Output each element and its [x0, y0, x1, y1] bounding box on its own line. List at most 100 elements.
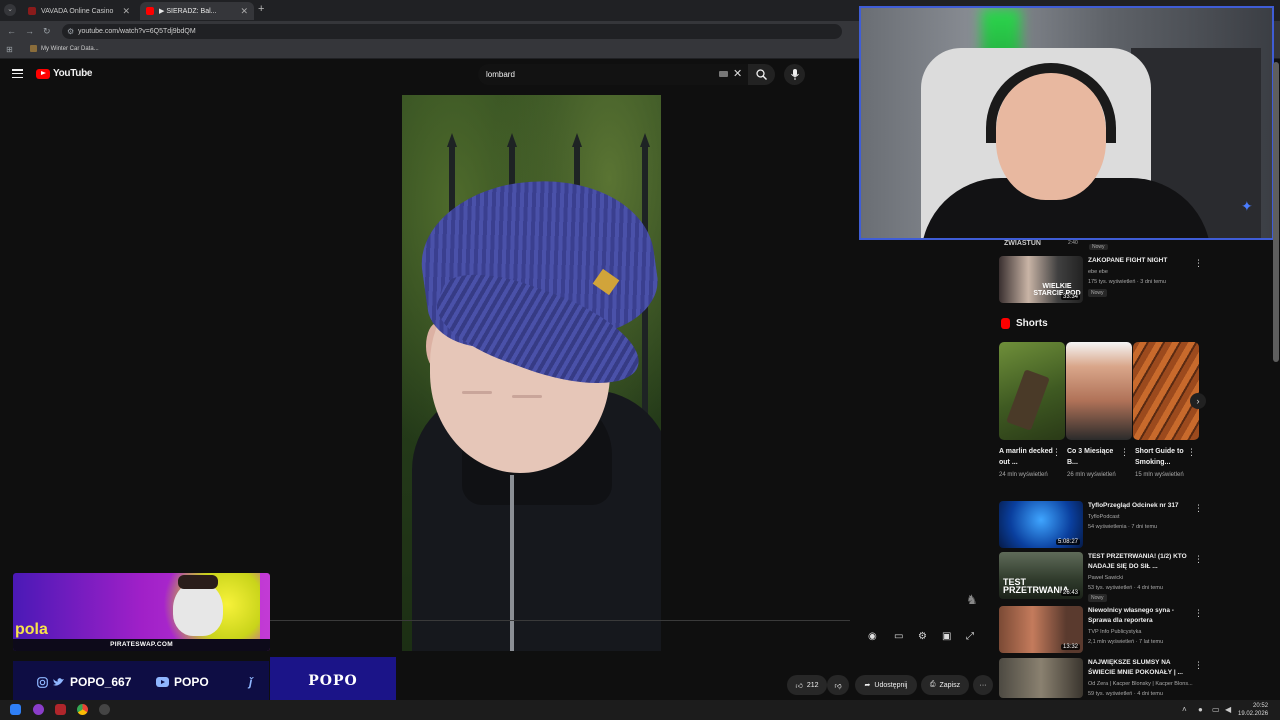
video-channel[interactable]: Paweł Sawicki [1088, 573, 1123, 583]
miniplayer-icon[interactable]: ▣ [942, 631, 951, 642]
search-button[interactable] [748, 64, 775, 85]
video-meta: 59 tys. wyświetleń · 4 dni temu [1088, 691, 1163, 697]
volume-icon[interactable]: ◀ [1225, 705, 1231, 714]
sidebar-video-item[interactable]: 13:32 Niewolnicy własnego syna - Sprawa … [999, 606, 1239, 654]
kebab-menu-icon[interactable]: ⋮ [1194, 258, 1203, 269]
network-icon[interactable]: ▭ [1212, 705, 1220, 714]
video-title[interactable]: TEST PRZETRWANIA! (1/2) KTO NADAJE SIĘ D… [1088, 552, 1198, 572]
thumbs-down-icon: 👎︎ [834, 682, 842, 690]
keyboard-icon[interactable] [719, 71, 728, 77]
forward-icon[interactable]: → [25, 26, 34, 36]
short-title[interactable]: Short Guide to Smoking... [1135, 446, 1193, 468]
video-title[interactable]: ZAKOPANE FIGHT NIGHT [1088, 256, 1198, 266]
kebab-menu-icon[interactable]: ⋮ [1194, 554, 1203, 565]
video-channel[interactable]: ebe ebe [1088, 267, 1108, 277]
search-icon [756, 69, 767, 80]
progress-line[interactable] [270, 620, 850, 621]
bookmark-item[interactable]: My Winter Car Data... [30, 45, 99, 52]
video-thumbnail[interactable]: 5:08:27 [999, 501, 1083, 548]
sidebar-video-item[interactable]: WIELKIE STARCIE POD 33:34 ZAKOPANE FIGHT… [999, 256, 1239, 304]
save-button[interactable]: ⎙ Zapisz [921, 675, 969, 695]
video-title[interactable]: Niewolnicy własnego syna - Sprawa dla re… [1088, 606, 1198, 626]
sidebar-video-item[interactable]: TEST PRZETRWANIA 26:43 TEST PRZETRWANIA!… [999, 552, 1239, 602]
app-icon[interactable] [55, 704, 66, 715]
kebab-menu-icon[interactable]: ⋮ [1194, 660, 1203, 671]
reload-icon[interactable]: ↻ [43, 26, 51, 37]
sidebar-chip-badge: Nowy [1089, 244, 1108, 250]
app-icon[interactable] [99, 704, 110, 715]
video-meta: 175 tys. wyświetleń · 3 dni temu [1088, 279, 1166, 285]
start-icon[interactable] [10, 704, 21, 715]
settings-gear-icon[interactable]: ⚙ [918, 631, 927, 642]
video-thumbnail[interactable] [999, 658, 1083, 698]
close-tab-icon[interactable]: ✕ [122, 6, 130, 17]
site-info-icon[interactable]: ⚙ [67, 24, 74, 39]
tray-app-icon[interactable]: ● [1198, 705, 1203, 714]
search-input[interactable]: lombard [478, 64, 748, 85]
more-actions-button[interactable]: ··· [973, 675, 993, 695]
back-icon[interactable]: ← [7, 26, 16, 36]
video-player[interactable] [402, 95, 661, 651]
voice-search-button[interactable] [784, 64, 805, 85]
kebab-menu-icon[interactable]: ⋮ [1194, 503, 1203, 514]
url-field[interactable]: ⚙ youtube.com/watch?v=6Q5Tdj9bdQM [62, 24, 842, 39]
jacket-zipper [510, 475, 514, 651]
youtube-logo[interactable]: YouTube [36, 68, 93, 79]
video-thumbnail[interactable]: TEST PRZETRWANIA 26:43 [999, 552, 1083, 599]
video-channel[interactable]: Od Zera | Kacper Blonsky | Kacper Blons.… [1088, 679, 1203, 689]
kebab-menu-icon[interactable]: ⋮ [1194, 608, 1203, 619]
youtube-play-icon [36, 68, 50, 79]
social-handles-bar: POPO_667 POPO ǰ [13, 661, 269, 705]
like-button[interactable]: 👍︎ 212 [787, 675, 827, 695]
video-meta: 2,1 mln wyświetleń · 7 lat temu [1088, 639, 1164, 645]
short-thumbnail[interactable] [1066, 342, 1132, 440]
new-tab-icon[interactable]: + [258, 3, 264, 15]
video-title[interactable]: NAJWIĘKSZE SLUMSY NA ŚWIECIE MNIE POKONA… [1088, 658, 1198, 678]
app-icon[interactable] [33, 704, 44, 715]
hamburger-menu-icon[interactable] [12, 69, 23, 78]
short-thumbnail[interactable] [999, 342, 1065, 440]
kebab-menu-icon[interactable]: ⋮ [1052, 447, 1061, 458]
twitter-icon [53, 678, 64, 686]
chrome-icon[interactable] [77, 704, 88, 715]
video-duration: 33:34 [1060, 294, 1080, 300]
tab-search-button[interactable]: ⌄ [4, 4, 16, 16]
thumbnail-text: TEST PRZETRWANIA [1003, 577, 1069, 595]
instagram-handle: POPO_667 [37, 675, 131, 689]
page-scrollbar[interactable] [1273, 62, 1279, 362]
tray-arrow-icon[interactable]: ˄ [1182, 705, 1187, 714]
share-icon: ➦ [864, 682, 871, 689]
tab-vavada[interactable]: VAVADA Online Casino ✕ [22, 2, 136, 20]
shorts-next-icon[interactable]: › [1190, 393, 1206, 409]
fullscreen-icon[interactable]: ⤢ [966, 631, 974, 642]
taskbar-clock[interactable]: 20:52 19.02.2026 [1238, 702, 1268, 718]
video-thumbnail[interactable]: 13:32 [999, 606, 1083, 653]
video-meta: 54 wyświetlenia · 7 dni temu [1088, 524, 1158, 530]
short-views: 24 mln wyświetleń [999, 472, 1048, 478]
short-title[interactable]: A marlin decked out ... [999, 446, 1057, 468]
rifle-image [1006, 369, 1050, 431]
video-channel[interactable]: TyfloPodcast [1088, 512, 1120, 522]
video-thumbnail[interactable]: WIELKIE STARCIE POD 33:34 [999, 256, 1083, 303]
short-title[interactable]: Co 3 Miesiące B... [1067, 446, 1125, 468]
youtube-logo-text: YouTube [53, 68, 93, 79]
video-title[interactable]: TyfloPrzegląd Odcinek nr 317 [1088, 501, 1198, 511]
short-thumbnail[interactable] [1133, 342, 1199, 440]
kebab-menu-icon[interactable]: ⋮ [1187, 447, 1196, 458]
close-tab-icon[interactable]: ✕ [240, 6, 248, 17]
kebab-menu-icon[interactable]: ⋮ [1120, 447, 1129, 458]
share-button[interactable]: ➦ Udostępnij [855, 675, 917, 695]
youtube-handle: POPO [156, 675, 209, 689]
video-channel[interactable]: TVP Info Publicystyka [1088, 627, 1141, 637]
autoplay-toggle-icon[interactable]: ◉ [868, 631, 877, 642]
clear-search-icon[interactable]: ✕ [733, 67, 742, 80]
dislike-button[interactable]: 👎︎ [827, 675, 849, 695]
clock-date: 19.02.2026 [1238, 711, 1269, 717]
sidebar-video-item[interactable]: NAJWIĘKSZE SLUMSY NA ŚWIECIE MNIE POKONA… [999, 658, 1239, 706]
apps-grid-icon[interactable]: ⊞ [6, 45, 13, 54]
tab-youtube[interactable]: ▶ SIERADZ: Bal... ✕ [140, 2, 254, 20]
sidebar-video-item[interactable]: 5:08:27 TyfloPrzegląd Odcinek nr 317 Tyf… [999, 501, 1239, 549]
pirate-bird-image [173, 581, 223, 636]
channel-watermark-icon[interactable]: ♞ [966, 592, 978, 608]
subtitles-icon[interactable]: ▭ [894, 631, 903, 642]
